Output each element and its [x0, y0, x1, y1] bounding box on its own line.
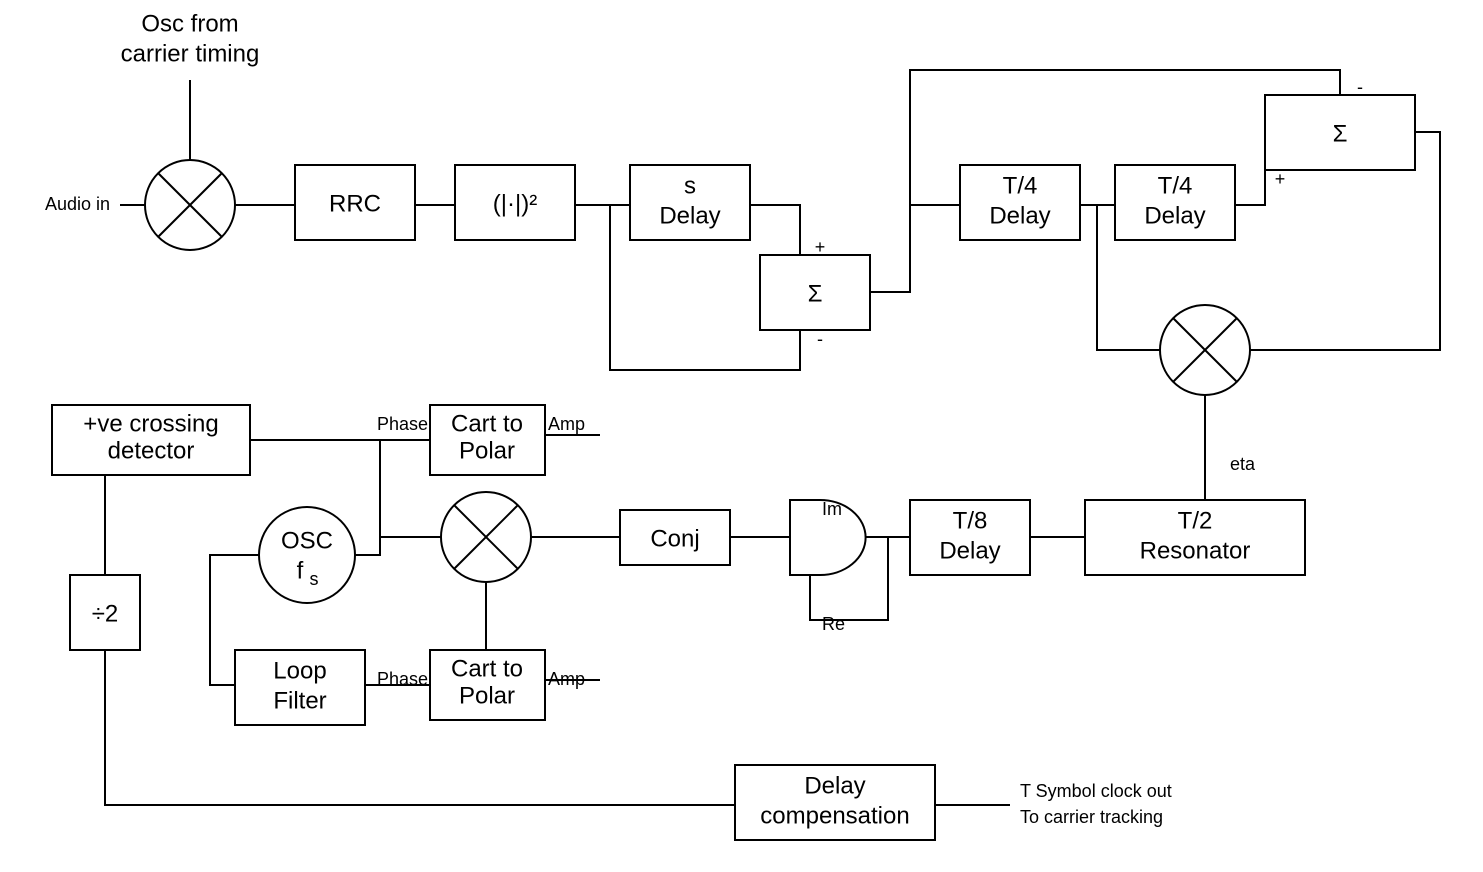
resonator-line1: T/2	[1178, 507, 1213, 534]
c2p-bot-line2: Polar	[459, 682, 515, 709]
sigma2-minus: -	[1357, 77, 1363, 97]
delaycomp-line2: compensation	[760, 802, 909, 829]
conj-label: Conj	[650, 525, 699, 552]
mixer-input	[145, 160, 235, 250]
wire	[1235, 170, 1265, 205]
out-line2: To carrier tracking	[1020, 807, 1163, 827]
wire	[380, 537, 441, 555]
phase-top: Phase	[377, 414, 428, 434]
rrc-label: RRC	[329, 190, 381, 217]
out-line1: T Symbol clock out	[1020, 781, 1172, 801]
sigma1-plus: +	[815, 237, 826, 257]
amp-bot: Amp	[548, 669, 585, 689]
sigma2-plus: +	[1275, 169, 1286, 189]
osc-caption-line1: Osc from	[141, 10, 238, 37]
im-label: Im	[822, 499, 842, 519]
div2-label: ÷2	[92, 600, 119, 627]
osc-fs-line1: OSC	[281, 527, 333, 554]
delaycomp-line1: Delay	[804, 772, 865, 799]
t4a-line1: T/4	[1003, 172, 1038, 199]
mixer-2	[1160, 305, 1250, 395]
amp-top: Amp	[548, 414, 585, 434]
wire	[870, 205, 960, 292]
resonator-line2: Resonator	[1140, 537, 1251, 564]
loop-line2: Filter	[273, 687, 326, 714]
s-delay-line2: Delay	[659, 202, 720, 229]
loop-line1: Loop	[273, 657, 326, 684]
block-diagram: Audio in Osc from carrier timing RRC (|·…	[0, 0, 1483, 872]
mag-sq-label: (|·|)²	[493, 190, 537, 217]
pve-line2: detector	[108, 437, 195, 464]
osc-fs-sub: s	[310, 569, 319, 589]
osc-fs-block	[259, 507, 355, 603]
osc-caption-line2: carrier timing	[121, 40, 260, 67]
c2p-top-line1: Cart to	[451, 410, 523, 437]
t4b-line1: T/4	[1158, 172, 1193, 199]
c2p-bot-line1: Cart to	[451, 655, 523, 682]
sigma2-label: Σ	[1333, 120, 1348, 147]
t4a-line2: Delay	[989, 202, 1050, 229]
sigma1-minus: -	[817, 329, 823, 349]
osc-fs-line2: f	[297, 557, 304, 584]
sigma1-label: Σ	[808, 280, 823, 307]
re-label: Re	[822, 614, 845, 634]
mixer-3	[441, 492, 531, 582]
wire	[750, 205, 800, 255]
eta-label: eta	[1230, 454, 1256, 474]
pve-line1: +ve crossing	[83, 410, 218, 437]
c2p-top-line2: Polar	[459, 437, 515, 464]
t8-line2: Delay	[939, 537, 1000, 564]
t4b-line2: Delay	[1144, 202, 1205, 229]
audio-in-label: Audio in	[45, 194, 110, 214]
s-delay-line1: s	[684, 172, 696, 199]
t8-line1: T/8	[953, 507, 988, 534]
